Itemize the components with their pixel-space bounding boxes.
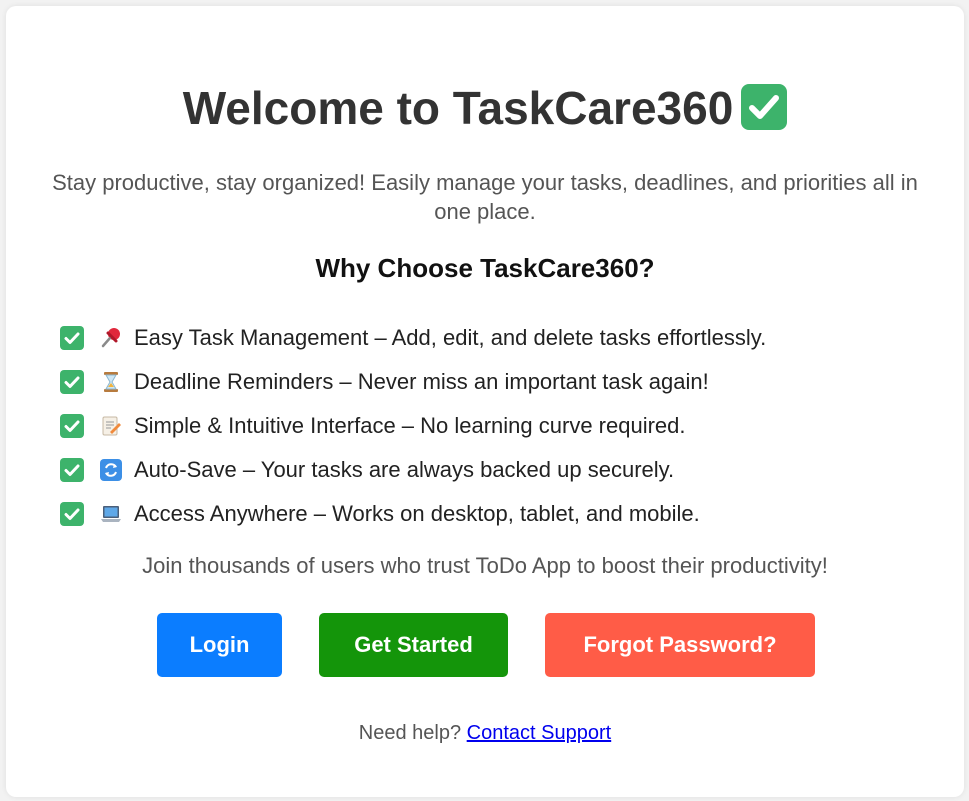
feature-item: Deadline Reminders – Never miss an impor… <box>60 360 766 404</box>
feature-item: Auto-Save – Your tasks are always backed… <box>60 448 766 492</box>
laptop-icon <box>98 501 124 527</box>
memo-icon <box>98 413 124 439</box>
check-mark-icon <box>60 458 84 482</box>
feature-text: Easy Task Management – Add, edit, and de… <box>134 325 767 350</box>
feature-item: Simple & Intuitive Interface – No learni… <box>60 404 766 448</box>
features-heading: Why Choose TaskCare360? <box>315 253 655 283</box>
feature-text: Simple & Intuitive Interface – No learni… <box>134 413 686 438</box>
feature-item: Access Anywhere – Works on desktop, tabl… <box>60 492 766 536</box>
feature-text: Access Anywhere – Works on desktop, tabl… <box>134 501 700 526</box>
help-footer: Need help? Contact Support <box>6 722 964 745</box>
page-subtitle: Stay productive, stay organized! Easily … <box>52 170 918 224</box>
welcome-card: Welcome to TaskCare360 Stay productive, … <box>6 6 964 797</box>
check-mark-icon <box>60 502 84 526</box>
pushpin-icon <box>98 325 124 351</box>
help-text: Need help? <box>358 722 462 744</box>
get-started-button[interactable]: Get Started <box>319 613 508 677</box>
refresh-icon <box>98 457 124 483</box>
check-mark-icon <box>60 414 84 438</box>
login-button[interactable]: Login <box>157 613 282 677</box>
page-title-text: Welcome to TaskCare360 <box>182 82 734 134</box>
check-mark-icon <box>60 326 84 350</box>
tagline: Join thousands of users who trust ToDo A… <box>142 553 828 578</box>
forgot-password-button[interactable]: Forgot Password? <box>545 613 815 677</box>
feature-item: Easy Task Management – Add, edit, and de… <box>60 316 766 360</box>
check-mark-icon <box>60 370 84 394</box>
feature-text: Auto-Save – Your tasks are always backed… <box>134 457 675 482</box>
feature-text: Deadline Reminders – Never miss an impor… <box>134 369 709 394</box>
contact-support-link[interactable]: Contact Support <box>467 722 612 744</box>
page-title: Welcome to TaskCare360 <box>6 78 964 138</box>
hourglass-icon <box>98 369 124 395</box>
check-mark-icon <box>741 84 788 130</box>
features-list: Easy Task Management – Add, edit, and de… <box>60 316 766 536</box>
